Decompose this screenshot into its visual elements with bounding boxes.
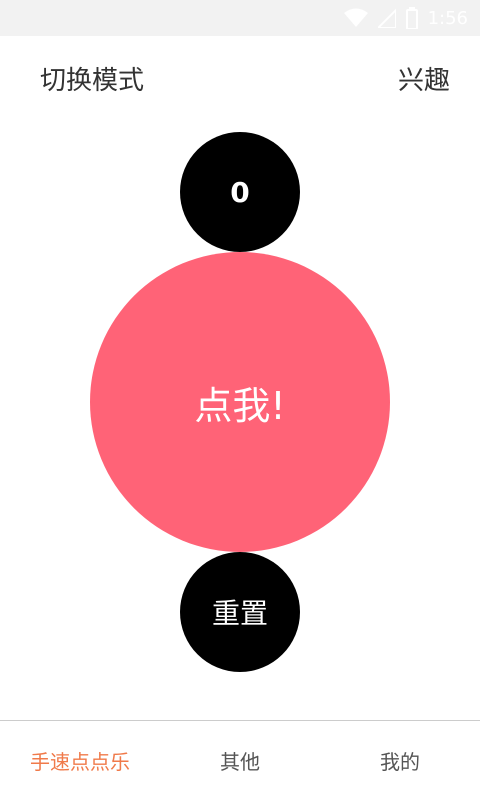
interest-button[interactable]: 兴趣: [398, 60, 450, 97]
nav-item-mine[interactable]: 我的: [320, 721, 480, 800]
reset-button-label: 重置: [211, 597, 268, 630]
count-display: 0: [180, 132, 300, 252]
nav-item-speed-tap[interactable]: 手速点点乐: [0, 721, 160, 800]
nav-item-label: 其他: [220, 750, 260, 774]
tap-button-label: 点我!: [194, 383, 286, 428]
signal-icon: [377, 8, 396, 28]
nav-item-label: 手速点点乐: [30, 750, 130, 774]
switch-mode-button[interactable]: 切换模式: [40, 60, 144, 97]
tap-button[interactable]: 点我!: [90, 252, 390, 552]
nav-item-label: 我的: [380, 750, 420, 774]
bottom-nav: 手速点点乐 其他 我的: [0, 720, 480, 800]
nav-item-other[interactable]: 其他: [160, 721, 320, 800]
status-bar: 1:56: [0, 0, 480, 36]
reset-button[interactable]: 重置: [180, 552, 300, 672]
wifi-icon: [343, 8, 368, 28]
status-time: 1:56: [427, 7, 468, 29]
battery-icon: [405, 7, 418, 29]
top-bar: 切换模式 兴趣: [0, 36, 480, 118]
